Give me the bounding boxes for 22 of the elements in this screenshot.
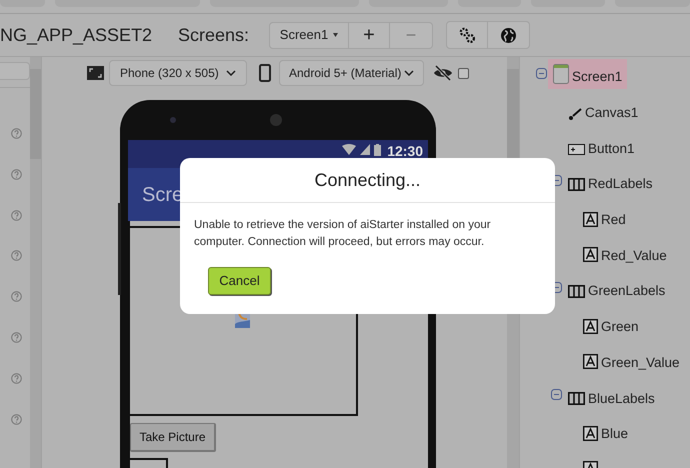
size-select[interactable]: Phone (320 x 505) — [109, 60, 247, 86]
cancel-button[interactable]: Cancel — [208, 267, 271, 295]
theme-select[interactable]: Android 5+ (Material) — [279, 60, 424, 86]
tree-item[interactable]: Blue — [578, 416, 634, 446]
tree-item[interactable]: Red_Value — [578, 237, 672, 268]
dialog-title: Connecting... — [314, 168, 421, 192]
tree-item[interactable]: Green — [578, 308, 644, 339]
screen-select[interactable]: Screen1 — [269, 22, 349, 48]
screens-label: Screens: — [178, 24, 250, 46]
tree-item[interactable]: Red — [578, 202, 631, 232]
take-picture-button[interactable]: Take Picture — [130, 423, 216, 452]
tree-item[interactable]: Green_Value — [578, 344, 685, 374]
add-screen-button[interactable]: + — [349, 22, 390, 48]
tree-item[interactable]: BlueLabels — [563, 380, 660, 410]
tree-item[interactable]: GreenLabels — [563, 272, 670, 303]
tree-item[interactable]: Button1 — [563, 130, 640, 160]
clock-time: 12:30 — [387, 144, 423, 158]
dialog-message: Unable to retrieve the version of aiStarter installed on your computer. Connection will proceed, but errors may occur. — [194, 218, 492, 250]
project-title: NG_APP_ASSET2 — [0, 24, 154, 46]
tree-item[interactable]: Screen1 — [548, 58, 628, 89]
tree-item[interactable]: RedLabels — [563, 166, 658, 196]
tree-item[interactable]: Canvas1 — [563, 94, 644, 125]
